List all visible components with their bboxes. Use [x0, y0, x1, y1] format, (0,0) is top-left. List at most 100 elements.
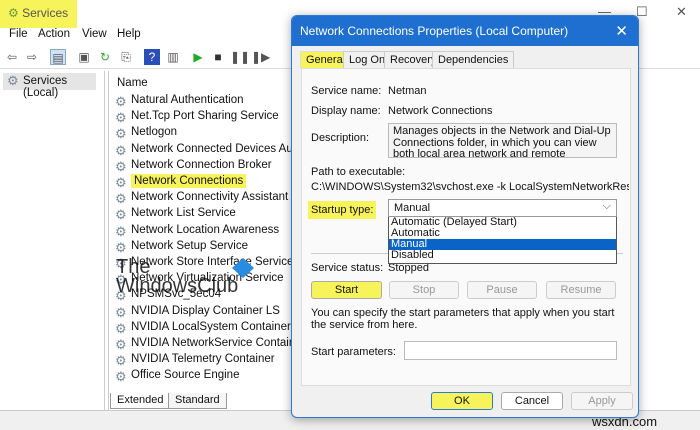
service-name: Office Source Engine: [131, 369, 240, 382]
service-row[interactable]: ⚙ Network List Service: [115, 207, 236, 223]
service-name: Network Connectivity Assistant: [131, 191, 289, 204]
service-row[interactable]: ⚙ Office Source Engine: [115, 369, 239, 385]
startup-type-label: Startup type:: [308, 201, 377, 219]
gear-icon: ⚙: [115, 353, 127, 369]
service-name: NVIDIA Display Container LS: [131, 304, 280, 317]
gear-icon: ⚙: [115, 207, 127, 223]
tab-dependencies[interactable]: Dependencies: [432, 51, 515, 68]
gear-icon: ⚙: [115, 304, 127, 320]
service-row[interactable]: ⚙ NVIDIA LocalSystem Container: [115, 321, 291, 337]
service-name-value: Netman: [388, 85, 427, 97]
start-params-hint: You can specify the start parameters tha…: [311, 307, 615, 331]
path-label: Path to executable:: [311, 166, 406, 178]
close-button[interactable]: ✕: [676, 4, 687, 20]
dialog-close-button[interactable]: ✕: [615, 22, 628, 40]
resume-button[interactable]: Resume: [546, 281, 616, 299]
watermark-logo: The WindowsClub: [116, 256, 239, 297]
general-panel: Service name: Netman Display name: Netwo…: [301, 68, 631, 386]
console-icon[interactable]: ▥: [165, 49, 181, 65]
gear-icon: ⚙: [115, 223, 127, 239]
services-icon: ⚙: [8, 6, 19, 20]
tree-pane: ⚙ Services (Local): [0, 71, 105, 410]
description-text[interactable]: Manages objects in the Network and Dial-…: [388, 123, 617, 158]
start-parameters-label: Start parameters:: [311, 346, 396, 358]
help-icon[interactable]: ?: [144, 49, 160, 65]
startup-type-select[interactable]: Manual ⌵: [388, 199, 617, 217]
back-icon[interactable]: ⇦: [4, 49, 20, 65]
menu-help[interactable]: Help: [117, 28, 141, 40]
gear-icon: ⚙: [115, 191, 127, 207]
properties-icon[interactable]: ▣: [76, 49, 92, 65]
tab-extended[interactable]: Extended: [110, 393, 171, 409]
path-value: C:\WINDOWS\System32\svchost.exe -k Local…: [311, 181, 629, 193]
service-row[interactable]: ⚙ NVIDIA Display Container LS: [115, 305, 280, 321]
properties-dialog: Network Connections Properties (Local Co…: [291, 15, 639, 418]
gear-icon: ⚙: [115, 320, 127, 336]
startup-type-dropdown: Automatic (Delayed Start) Automatic Manu…: [388, 217, 617, 264]
service-row[interactable]: ⚙ Network Connection Broker: [115, 159, 272, 175]
gear-icon: ⚙: [115, 175, 127, 190]
menu-file[interactable]: File: [9, 28, 28, 40]
service-row[interactable]: ⚙ Network Connectivity Assistant: [115, 191, 288, 207]
forward-icon[interactable]: ⇨: [24, 49, 40, 65]
gear-icon: ⚙: [115, 94, 127, 109]
start-button[interactable]: Start: [311, 281, 382, 299]
menu-action[interactable]: Action: [38, 28, 70, 40]
pause-button[interactable]: Pause: [467, 281, 537, 299]
service-status-label: Service status:: [311, 262, 384, 274]
pause-icon[interactable]: ❚❚: [230, 49, 250, 65]
service-name: Network List Service: [131, 207, 236, 220]
gear-icon: ⚙: [115, 239, 127, 255]
apply-button[interactable]: Apply: [571, 392, 633, 410]
service-row[interactable]: ⚙ NVIDIA Telemetry Container: [115, 353, 275, 369]
service-row[interactable]: ⚙ Network Setup Service: [115, 240, 248, 256]
service-row[interactable]: ⚙ Network Connected Devices Auto-S: [115, 143, 314, 159]
display-name-value: Network Connections: [388, 105, 493, 117]
service-name: Network Connections: [131, 174, 247, 188]
restart-icon[interactable]: ❚▶: [251, 49, 270, 65]
start-parameters-input[interactable]: [404, 341, 617, 360]
service-name: Network Connected Devices Auto-S: [131, 142, 314, 155]
service-name-label: Service name:: [311, 85, 382, 97]
export-icon[interactable]: ⎘: [118, 49, 134, 65]
service-row[interactable]: ⚙ Network Location Awareness: [115, 224, 279, 240]
column-header-name[interactable]: Name: [117, 77, 148, 89]
option-disabled[interactable]: Disabled: [389, 250, 616, 261]
gear-icon: ⚙: [115, 337, 127, 352]
service-row[interactable]: ⚙ Net.Tcp Port Sharing Service: [115, 110, 279, 126]
stop-icon[interactable]: ■: [210, 49, 226, 65]
service-name: Net.Tcp Port Sharing Service: [131, 110, 279, 123]
gear-icon: ⚙: [115, 158, 127, 174]
description-label: Description:: [311, 132, 370, 144]
gear-icon: ⚙: [115, 110, 127, 126]
chevron-down-icon: ⌵: [602, 200, 611, 212]
service-name: Network Location Awareness: [131, 223, 280, 236]
tab-standard[interactable]: Standard: [168, 393, 227, 409]
service-name: NVIDIA NetworkService Container: [131, 337, 306, 349]
display-name-label: Display name:: [311, 105, 381, 117]
menu-view[interactable]: View: [82, 28, 107, 40]
service-name: NVIDIA Telemetry Container: [131, 353, 275, 366]
cancel-button[interactable]: Cancel: [501, 392, 563, 410]
service-row[interactable]: ⚙ NVIDIA NetworkService Container: [115, 337, 305, 353]
dialog-title: Network Connections Properties (Local Co…: [292, 16, 638, 46]
service-name: Network Connection Broker: [131, 158, 272, 171]
window-title: ⚙ Services: [0, 0, 77, 28]
gear-icon: ⚙: [115, 126, 127, 142]
show-tree-icon[interactable]: ▤: [50, 49, 66, 65]
service-name: Natural Authentication: [131, 94, 244, 106]
service-name: NVIDIA LocalSystem Container: [131, 320, 291, 333]
start-icon[interactable]: ▶: [190, 49, 206, 65]
service-row[interactable]: ⚙ Natural Authentication: [115, 94, 244, 110]
refresh-icon[interactable]: ↻: [97, 49, 113, 65]
service-name: Network Setup Service: [131, 239, 248, 252]
gear-icon: ⚙: [115, 142, 127, 158]
gear-icon: ⚙: [115, 369, 127, 385]
service-name: Netlogon: [131, 126, 178, 139]
gear-icon: ⚙: [7, 73, 19, 88]
ok-button[interactable]: OK: [431, 392, 493, 410]
service-row[interactable]: ⚙ Network Connections: [115, 174, 247, 191]
tree-item-services-local[interactable]: ⚙ Services (Local): [3, 73, 96, 99]
stop-button[interactable]: Stop: [389, 281, 459, 299]
service-row[interactable]: ⚙ Netlogon: [115, 126, 177, 142]
